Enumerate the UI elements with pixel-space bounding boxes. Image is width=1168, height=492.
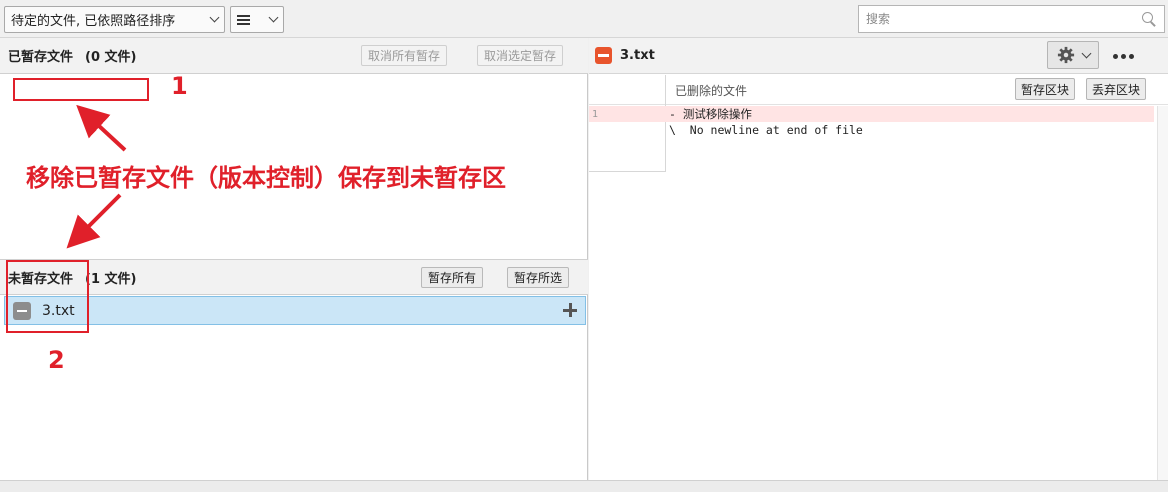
unstage-all-button[interactable]: 取消所有暂存: [361, 45, 448, 66]
stage-hunk-button[interactable]: 暂存区块: [1015, 78, 1076, 100]
annotation-box-staged-area: [13, 78, 149, 101]
diff-panel: 3.txt 已删除的文件 暂存区块 丢弃区块 1 - 测试移除操作 \ No n…: [589, 38, 1168, 480]
gear-icon: [1057, 46, 1074, 64]
sort-dropdown[interactable]: 待定的文件, 已依照路径排序: [4, 6, 225, 33]
annotation-box-unstaged: [6, 260, 89, 333]
stage-all-button[interactable]: 暂存所有: [421, 267, 484, 288]
diff-line-meta: \ No newline at end of file: [589, 122, 1154, 138]
stage-selected-button[interactable]: 暂存所选: [507, 267, 570, 288]
stage-file-plus-icon[interactable]: [563, 303, 577, 317]
chevron-down-icon: [268, 12, 279, 23]
annotation-label-1: 1: [171, 72, 188, 100]
search-box[interactable]: [858, 5, 1165, 33]
chevron-down-icon: [1081, 48, 1091, 58]
staged-files-count: (0 文件): [85, 50, 137, 65]
view-mode-dropdown[interactable]: [230, 6, 284, 33]
status-bar: [0, 480, 1168, 492]
staged-files-header: 已暂存文件 (0 文件) 取消所有暂存 取消选定暂存: [0, 38, 588, 74]
diff-file-title: 3.txt: [620, 48, 655, 63]
staged-files-title: 已暂存文件: [8, 50, 74, 65]
unstaged-files-count: (1 文件): [85, 271, 137, 287]
toolbar: 待定的文件, 已依照路径排序: [0, 0, 1168, 38]
file-removed-icon: [595, 47, 612, 64]
diff-line-removed: 1 - 测试移除操作: [589, 106, 1154, 122]
file-panel: 已暂存文件 (0 文件) 取消所有暂存 取消选定暂存 未暂存文件 (1 文件) …: [0, 38, 588, 480]
hamburger-list-icon: [237, 14, 250, 25]
vertical-scrollbar[interactable]: [1157, 106, 1168, 480]
unstaged-file-row[interactable]: 3.txt: [4, 296, 586, 325]
search-icon: [1141, 11, 1157, 27]
settings-dropdown[interactable]: [1047, 41, 1099, 69]
unstage-selected-button[interactable]: 取消选定暂存: [477, 45, 564, 66]
diff-header: 3.txt: [589, 38, 1168, 74]
annotation-label-2: 2: [48, 346, 65, 374]
annotation-caption: 移除已暂存文件（版本控制）保存到未暂存区: [26, 164, 506, 192]
diff-line-text: - 测试移除操作: [669, 107, 752, 121]
diff-line-text: \ No newline at end of file: [669, 123, 863, 137]
line-number: 1: [592, 108, 599, 120]
hunk-label: 已删除的文件: [675, 84, 748, 98]
chevron-down-icon: [209, 12, 220, 23]
sort-dropdown-label: 待定的文件, 已依照路径排序: [11, 14, 176, 29]
search-input[interactable]: [866, 12, 1141, 26]
discard-hunk-button[interactable]: 丢弃区块: [1086, 78, 1147, 100]
more-options-icon[interactable]: [1113, 54, 1134, 59]
